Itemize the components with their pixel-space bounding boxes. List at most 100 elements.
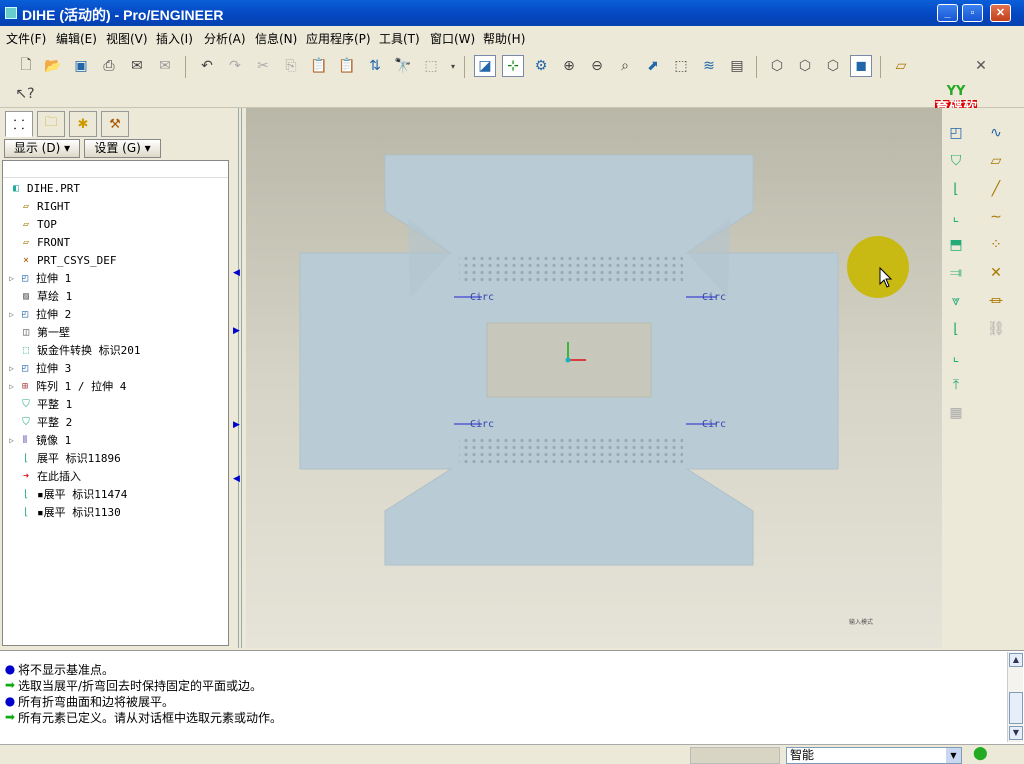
tree-item-flat-2[interactable]: ⛉ 平整 2 bbox=[17, 413, 72, 431]
expand-icon[interactable]: ▷ bbox=[7, 382, 16, 391]
tree-item-unbend-11474[interactable]: ⌊ ▪展平 标识11474 bbox=[17, 485, 127, 503]
tree-item-unbend-1130[interactable]: ⌊ ▪展平 标识1130 bbox=[17, 503, 121, 521]
tree-item-mirror-1[interactable]: ▷ ⫴ 镜像 1 bbox=[7, 431, 71, 449]
menu-view[interactable]: 视图(V) bbox=[106, 30, 148, 47]
paste-icon[interactable]: 📋 bbox=[308, 55, 330, 77]
sketch-curve-tool-icon[interactable]: ∼ bbox=[984, 206, 1008, 228]
tree-item-pattern-1[interactable]: ▷ ⊞ 阵列 1 / 拉伸 4 bbox=[7, 377, 126, 395]
tree-item-sketch-1[interactable]: ▨ 草绘 1 bbox=[17, 287, 72, 305]
context-help-icon[interactable]: ↖? bbox=[14, 83, 36, 105]
tree-item-csys[interactable]: ⨯ PRT_CSYS_DEF bbox=[17, 251, 117, 269]
collapse-left-icon[interactable]: ◀ bbox=[233, 268, 241, 278]
datum-plane-tool-icon[interactable]: ▱ bbox=[984, 150, 1008, 172]
send-mail-icon[interactable]: ✉ bbox=[126, 55, 148, 77]
minimize-button[interactable]: _ bbox=[937, 4, 958, 22]
tree-item-top[interactable]: ▱ TOP bbox=[17, 215, 57, 233]
wireframe-icon[interactable]: ⬡ bbox=[766, 55, 788, 77]
close-button[interactable]: ✕ bbox=[990, 4, 1011, 22]
save-icon[interactable]: ▣ bbox=[70, 55, 92, 77]
csys-tool-icon[interactable]: ✕ bbox=[984, 262, 1008, 284]
undo-icon[interactable]: ↶ bbox=[196, 55, 218, 77]
scroll-thumb[interactable] bbox=[1009, 692, 1023, 724]
dimension-label[interactable]: Circ bbox=[470, 292, 494, 303]
flat-wall-tool-icon[interactable]: ⛉ bbox=[944, 150, 968, 172]
expand-icon[interactable]: ▷ bbox=[7, 310, 16, 319]
tab-model-tree[interactable]: ⸬ bbox=[5, 111, 33, 137]
surface-tool-icon[interactable]: ∿ bbox=[984, 122, 1008, 144]
unbend-tool-icon[interactable]: ⌞ bbox=[944, 346, 968, 368]
collapse-left-icon[interactable]: ◀ bbox=[233, 474, 241, 484]
tree-item-unbend-11896[interactable]: ⌊ 展平 标识11896 bbox=[17, 449, 121, 467]
menu-file[interactable]: 文件(F) bbox=[6, 30, 46, 47]
select-dropdown-icon[interactable]: ▾ bbox=[442, 55, 464, 77]
menu-analysis[interactable]: 分析(A) bbox=[204, 30, 246, 47]
tab-folders[interactable]: 🗀 bbox=[37, 111, 65, 137]
shading-icon[interactable]: ◼ bbox=[850, 55, 872, 77]
open-icon[interactable]: 📂 bbox=[42, 55, 64, 77]
datum-planes-toggle-icon[interactable]: ▱ bbox=[890, 55, 912, 77]
flat-pattern-tool-icon[interactable]: ▦ bbox=[944, 402, 968, 424]
collapse-right-icon[interactable]: ▶ bbox=[233, 420, 241, 430]
analysis-tool-icon[interactable]: ⏛ bbox=[984, 290, 1008, 312]
unattached-wall-tool-icon[interactable]: ⬒ bbox=[944, 234, 968, 256]
tree-item-front[interactable]: ▱ FRONT bbox=[17, 233, 70, 251]
tree-item-extrude-3[interactable]: ▷ ◰ 拉伸 3 bbox=[7, 359, 71, 377]
expand-icon[interactable]: ▷ bbox=[7, 436, 16, 445]
datum-axis-tool-icon[interactable]: ╱ bbox=[984, 178, 1008, 200]
bend-back-tool-icon[interactable]: ⤒ bbox=[944, 374, 968, 396]
menu-info[interactable]: 信息(N) bbox=[255, 30, 297, 47]
tab-favorites[interactable]: ✱ bbox=[69, 111, 97, 137]
dimension-label[interactable]: Circ bbox=[702, 419, 726, 430]
orient-mode-icon[interactable]: ⊹ bbox=[502, 55, 524, 77]
refit-icon[interactable]: ⌕ bbox=[614, 55, 636, 77]
tree-item-sheetmetal-convert[interactable]: ⬚ 钣金件转换 标识201 bbox=[17, 341, 141, 359]
zoom-in-icon[interactable]: ⊕ bbox=[558, 55, 580, 77]
message-scrollbar[interactable]: ▲ ▼ bbox=[1007, 652, 1023, 742]
flange-wall-tool-icon[interactable]: ⌊ bbox=[944, 178, 968, 200]
panel-splitter[interactable]: ◀ ▶ ▶ ◀ bbox=[231, 108, 246, 648]
tree-item-part[interactable]: ◧ DIHE.PRT bbox=[7, 179, 80, 197]
chevron-down-icon[interactable]: ▼ bbox=[946, 748, 961, 763]
scroll-up-icon[interactable]: ▲ bbox=[1009, 653, 1023, 667]
datum-point-tool-icon[interactable]: ⁘ bbox=[984, 234, 1008, 256]
cut-icon[interactable]: ✂ bbox=[252, 55, 274, 77]
layers-icon[interactable]: ≋ bbox=[698, 55, 720, 77]
regenerate-icon[interactable]: ⇅ bbox=[364, 55, 386, 77]
extend-wall-tool-icon[interactable]: ⌞ bbox=[944, 206, 968, 228]
mail-attach-icon[interactable]: ✉ bbox=[154, 55, 176, 77]
redo-icon[interactable]: ↷ bbox=[224, 55, 246, 77]
tree-item-first-wall[interactable]: ◫ 第一壁 bbox=[17, 323, 70, 341]
tree-item-extrude-1[interactable]: ▷ ◰ 拉伸 1 bbox=[7, 269, 71, 287]
reorient-icon[interactable]: ⬈ bbox=[642, 55, 664, 77]
print-icon[interactable]: ⎙ bbox=[98, 55, 120, 77]
dimension-label[interactable]: Circ bbox=[702, 292, 726, 303]
repaint-icon[interactable]: ◪ bbox=[474, 55, 496, 77]
new-icon[interactable]: 🗋 bbox=[15, 55, 37, 77]
menu-help[interactable]: 帮助(H) bbox=[483, 30, 525, 47]
scroll-down-icon[interactable]: ▼ bbox=[1009, 726, 1023, 740]
menu-edit[interactable]: 编辑(E) bbox=[56, 30, 97, 47]
tree-item-flat-1[interactable]: ⛉ 平整 1 bbox=[17, 395, 72, 413]
tree-item-insert-here[interactable]: ➜ 在此插入 bbox=[17, 467, 81, 485]
graphics-window[interactable]: Circ Circ Circ Circ 输入模式 bbox=[246, 108, 942, 648]
expand-icon[interactable]: ▷ bbox=[7, 364, 16, 373]
extrude-tool-icon[interactable]: ◰ bbox=[944, 122, 968, 144]
zoom-out-icon[interactable]: ⊖ bbox=[586, 55, 608, 77]
collapse-right-icon[interactable]: ▶ bbox=[233, 326, 241, 336]
menu-tools[interactable]: 工具(T) bbox=[379, 30, 420, 47]
view-manager-icon[interactable]: ▤ bbox=[726, 55, 748, 77]
settings-dropdown-button[interactable]: 设置 (G) ▾ bbox=[84, 139, 161, 158]
expand-icon[interactable]: ▷ bbox=[7, 274, 16, 283]
dimension-label[interactable]: Circ bbox=[470, 419, 494, 430]
copy-icon[interactable]: ⎘ bbox=[280, 55, 302, 77]
tree-item-extrude-2[interactable]: ▷ ◰ 拉伸 2 bbox=[7, 305, 71, 323]
maximize-button[interactable]: ▫ bbox=[962, 4, 983, 22]
bend-tool-icon[interactable]: ⌊ bbox=[944, 318, 968, 340]
find-icon[interactable]: 🔭 bbox=[392, 55, 414, 77]
tree-item-right[interactable]: ▱ RIGHT bbox=[17, 197, 70, 215]
tab-connections[interactable]: ⚒ bbox=[101, 111, 129, 137]
datum-points-toggle-icon[interactable]: ✕ bbox=[970, 55, 992, 77]
no-hidden-icon[interactable]: ⬡ bbox=[822, 55, 844, 77]
select-box-icon[interactable]: ⬚ bbox=[420, 55, 442, 77]
display-dropdown-button[interactable]: 显示 (D) ▾ bbox=[4, 139, 80, 158]
